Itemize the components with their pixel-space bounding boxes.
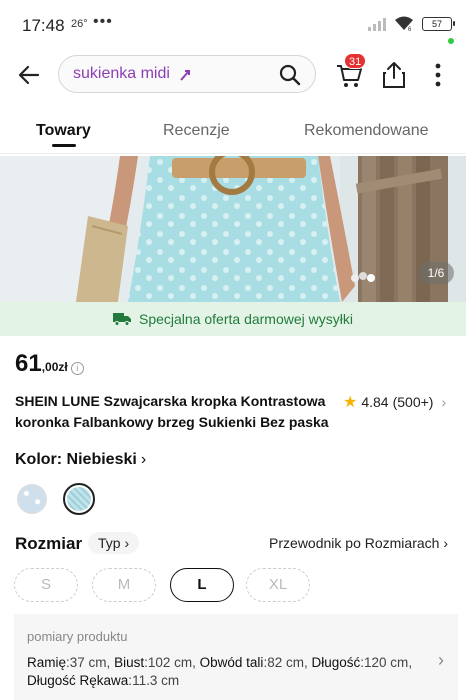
- size-option-l[interactable]: L: [170, 568, 234, 602]
- measurements-text: Ramię:37 cm, Biust:102 cm, Obwód tali:82…: [27, 655, 413, 688]
- size-guide-link[interactable]: Przewodnik po Rozmiarach ›: [269, 535, 448, 551]
- measure-value: 82 cm: [267, 655, 304, 670]
- shipping-text: Specjalna oferta darmowej wysyłki: [139, 311, 353, 327]
- measure-name: Ramię: [27, 655, 67, 670]
- status-dots: •••: [93, 13, 113, 30]
- color-swatch-white-dot[interactable]: [17, 484, 47, 514]
- product-image[interactable]: 1/6: [0, 156, 466, 302]
- cart-badge: 31: [344, 53, 367, 69]
- product-title: SHEIN LUNE Szwajcarska kropka Kontrastow…: [15, 393, 329, 430]
- battery-icon: 57: [422, 17, 455, 31]
- price: 61 ,00zł i: [15, 350, 84, 378]
- measure-name: Biust: [114, 655, 145, 670]
- size-label: Rozmiar: [15, 534, 83, 553]
- status-bar: 17:48 26° ••• 6 57: [0, 0, 466, 52]
- measure-name: Długość Rękawa: [27, 673, 129, 688]
- signal-icon: [368, 17, 386, 31]
- free-shipping-banner[interactable]: Specjalna oferta darmowej wysyłki: [0, 302, 466, 336]
- wifi-icon: 6: [395, 16, 413, 32]
- more-options-icon[interactable]: [428, 60, 448, 90]
- top-bar: sukienka midi 31: [0, 52, 466, 100]
- measure-value: 102 cm: [147, 655, 193, 670]
- privacy-dot-icon: [448, 38, 454, 44]
- size-guide-label: Przewodnik po Rozmiarach: [269, 535, 440, 551]
- active-tab-indicator: [52, 144, 76, 147]
- price-main: 61: [15, 350, 42, 377]
- chevron-right-icon: ›: [441, 394, 447, 410]
- trending-arrow-icon: [180, 70, 190, 81]
- size-option-m[interactable]: M: [92, 568, 156, 602]
- size-option-xl[interactable]: XL: [246, 568, 310, 602]
- chevron-right-icon: ›: [140, 451, 147, 468]
- search-query[interactable]: sukienka midi: [73, 65, 170, 83]
- chevron-right-icon: ›: [443, 535, 448, 551]
- review-count: (500+): [392, 394, 434, 410]
- chevron-right-icon: ›: [438, 650, 444, 670]
- measure-value: 120 cm: [364, 655, 409, 670]
- color-selector[interactable]: Kolor: Niebieski ›: [15, 451, 146, 469]
- search-bar[interactable]: sukienka midi: [58, 55, 316, 93]
- status-time: 17:48: [22, 16, 65, 35]
- price-cents: ,00zł: [41, 360, 68, 374]
- measure-name: Obwód tali: [199, 655, 264, 670]
- rating[interactable]: ★ 4.84 (500+) ›: [343, 392, 446, 412]
- size-option-s[interactable]: S: [14, 568, 78, 602]
- back-arrow-icon[interactable]: [16, 62, 42, 88]
- color-label: Kolor: Niebieski: [15, 451, 137, 468]
- color-swatch-light-blue[interactable]: [63, 483, 95, 515]
- battery-level: 57: [431, 19, 442, 29]
- svg-text:6: 6: [408, 27, 412, 32]
- share-icon[interactable]: [380, 60, 408, 90]
- truck-icon: [113, 313, 131, 326]
- product-measurements[interactable]: pomiary produktu Ramię:37 cm, Biust:102 …: [14, 614, 458, 700]
- product-tabs: Towary Recenzje Rekomendowane: [0, 104, 466, 154]
- size-options: S M L XL: [14, 568, 454, 604]
- search-icon[interactable]: [279, 64, 301, 86]
- image-counter: 1/6: [418, 262, 454, 284]
- star-icon: ★: [343, 394, 358, 411]
- status-icons: 6 57: [368, 16, 455, 32]
- rating-value: 4.84: [361, 394, 389, 410]
- measurements-heading: pomiary produktu: [27, 629, 128, 644]
- tab-rekomendowane[interactable]: Rekomendowane: [304, 122, 429, 140]
- price-info-icon[interactable]: i: [70, 362, 84, 375]
- tab-recenzje[interactable]: Recenzje: [163, 122, 230, 140]
- size-type-label: Typ: [98, 535, 121, 551]
- size-type-button[interactable]: Typ ›: [88, 532, 140, 554]
- chevron-right-icon: ›: [124, 535, 130, 551]
- measure-name: Długość: [311, 655, 361, 670]
- measure-value: 11.3 cm: [132, 673, 180, 688]
- dress-photo: [0, 156, 466, 302]
- tab-towary[interactable]: Towary: [36, 122, 91, 140]
- measure-value: 37 cm: [69, 655, 107, 670]
- status-temperature: 26°: [71, 18, 88, 30]
